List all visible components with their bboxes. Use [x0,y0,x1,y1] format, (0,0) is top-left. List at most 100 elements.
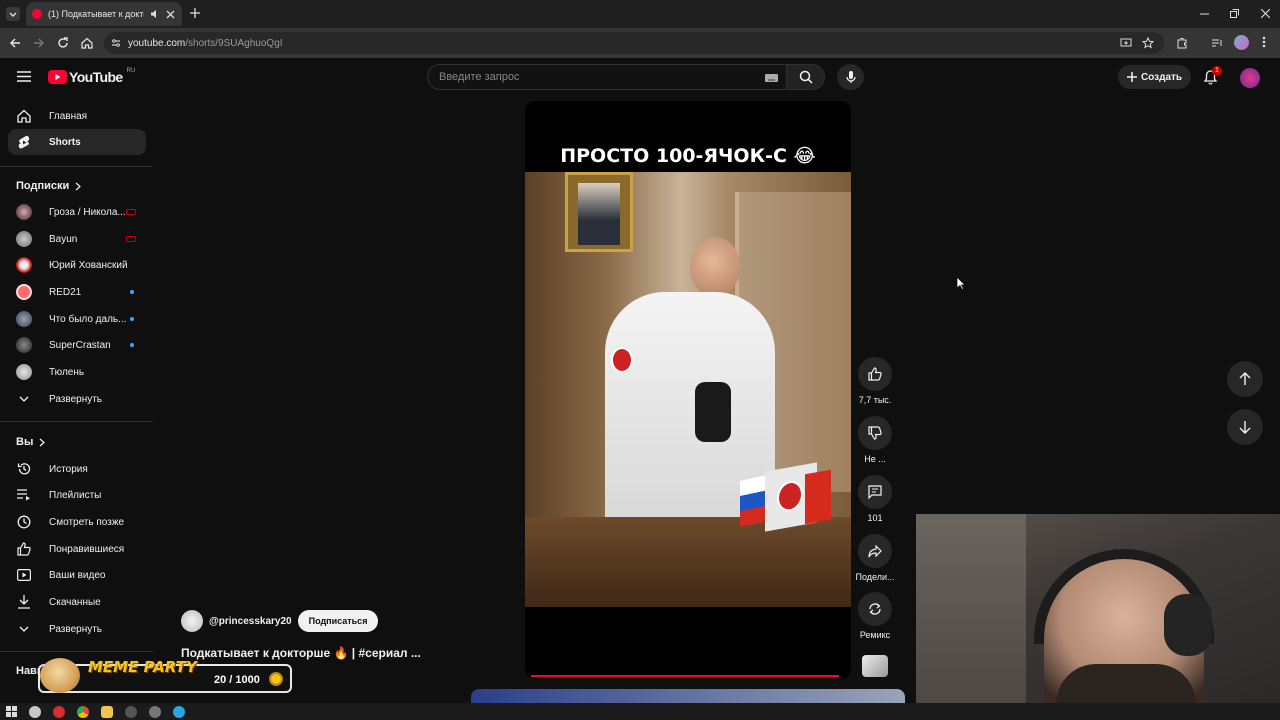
microphone-icon [845,70,856,84]
sidebar-item-subscription[interactable]: RED21 [8,279,146,305]
youtube-logo-icon [48,70,67,84]
extensions-icon[interactable] [1176,37,1188,49]
sidebar-item-playlists[interactable]: Плейлисты [8,482,146,508]
sidebar-item-label: Понравившиеся [49,543,125,555]
sidebar-expand-you[interactable]: Развернуть [8,616,146,642]
like-count: 7,7 тыс. [858,395,892,405]
dislike-action[interactable]: Не ... [858,416,892,464]
like-button[interactable] [858,357,892,391]
obs-icon[interactable] [125,705,137,718]
bookmark-star-icon[interactable] [1142,37,1154,49]
media-controls-icon[interactable] [1211,37,1223,49]
sound-thumbnail[interactable] [862,655,888,677]
new-content-dot-icon [130,317,134,321]
speaker-icon[interactable] [150,9,160,19]
sidebar-item-home[interactable]: Главная [8,103,146,129]
subscribe-button[interactable]: Подписаться [297,610,379,632]
forward-icon[interactable] [33,37,45,49]
voice-search-button[interactable] [837,64,864,90]
channel-avatar [16,204,32,220]
search-button[interactable] [787,64,825,90]
channel-avatar [16,337,32,353]
sidebar-item-subscription[interactable]: SuperCrastan [8,332,146,358]
install-app-icon[interactable] [1120,37,1132,49]
sidebar-item-your-videos[interactable]: Ваши видео [8,562,146,588]
notifications-bell-icon[interactable]: 1 [1203,66,1222,85]
tab-close-icon[interactable] [166,10,175,19]
sidebar-item-shorts[interactable]: Shorts [8,129,146,155]
thumbs-up-icon [868,367,882,381]
channel-avatar[interactable] [181,610,203,632]
video-progress-bar[interactable] [531,675,839,677]
channel-name[interactable]: @princesskary20 [209,616,292,627]
channel-avatar [16,311,32,327]
comments-action[interactable]: 101 [858,475,892,523]
home-browser-icon[interactable] [81,37,93,49]
chrome-icon[interactable] [77,705,89,718]
browser-profile-avatar[interactable] [1234,35,1249,50]
tab-list-icon[interactable] [6,7,20,21]
new-content-dot-icon [130,290,134,294]
previous-short-button[interactable] [1227,361,1263,397]
share-action[interactable]: Подели... [856,534,895,582]
back-icon[interactable] [9,37,21,49]
create-button[interactable]: Создать [1118,65,1191,89]
browser-tab-youtube[interactable]: (1) Подкатывает к докторше [26,2,182,26]
sidebar-item-downloads[interactable]: Скачанные [8,589,146,615]
keyboard-icon[interactable] [765,74,778,82]
sidebar-item-label: SuperCrastan [49,339,111,351]
sidebar-item-label: Ваши видео [49,569,106,581]
sidebar-item-label: Главная [49,110,88,122]
hamburger-menu-icon[interactable] [17,71,31,82]
sidebar-item-subscription[interactable]: Гроза / Никола... [8,199,146,225]
browser-menu-icon[interactable] [1262,36,1266,48]
sidebar-item-subscription[interactable]: Юрий Хованский [8,252,146,278]
you-heading[interactable]: Вы [16,436,46,448]
share-button[interactable] [858,534,892,568]
minimize-icon[interactable] [1200,9,1209,18]
channel-info: @princesskary20 Подписаться [181,610,379,632]
file-explorer-icon[interactable] [101,705,113,718]
window-close-icon[interactable] [1261,9,1270,18]
like-action[interactable]: 7,7 тыс. [858,357,892,405]
channel-avatar [16,231,32,247]
you-title: Вы [16,436,34,448]
reload-icon[interactable] [57,37,69,49]
youtube-logo[interactable]: YouTube RU [48,68,135,85]
live-indicator-icon [126,209,136,215]
yandex-browser-icon[interactable] [29,705,41,718]
windows-start-icon[interactable] [6,706,17,717]
restore-icon[interactable] [1230,9,1239,18]
search-input[interactable]: Введите запрос [427,64,787,90]
url-bar[interactable]: youtube.com/shorts/9SUAghuoQgI [104,32,1164,54]
next-short-button[interactable] [1227,409,1263,445]
telegram-icon[interactable] [173,705,185,718]
red-flag [805,469,831,525]
yandex-icon[interactable] [53,705,65,718]
remix-button[interactable] [858,592,892,626]
sidebar-item-watch-later[interactable]: Смотреть позже [8,509,146,535]
site-info-icon[interactable] [111,38,121,48]
webcam-overlay [916,514,1280,720]
sidebar-expand-subscriptions[interactable]: Развернуть [8,386,146,412]
sidebar-item-label: Развернуть [49,393,103,405]
comments-button[interactable] [858,475,892,509]
sidebar-divider [0,421,153,422]
sidebar-item-liked[interactable]: Понравившиеся [8,536,146,562]
account-avatar[interactable] [1240,68,1260,88]
sidebar-item-subscription[interactable]: Тюлень [8,359,146,385]
face-mask [695,382,731,442]
next-short-preview[interactable] [471,689,905,703]
sidebar-item-subscription[interactable]: Bayun [8,226,146,252]
create-label: Создать [1140,71,1183,83]
subscriptions-heading[interactable]: Подписки [16,180,82,192]
new-tab-icon[interactable] [190,8,200,18]
steam-icon[interactable] [149,705,161,718]
sidebar-item-subscription[interactable]: Что было даль... [8,306,146,332]
remix-action[interactable]: Ремикс [858,592,892,640]
shorts-video-player[interactable]: ПРОСТО 100-ЯЧОК-С 😂 [525,101,851,679]
dislike-button[interactable] [858,416,892,450]
sidebar-item-history[interactable]: История [8,456,146,482]
shorts-icon [16,134,32,150]
sidebar-divider [0,166,153,167]
